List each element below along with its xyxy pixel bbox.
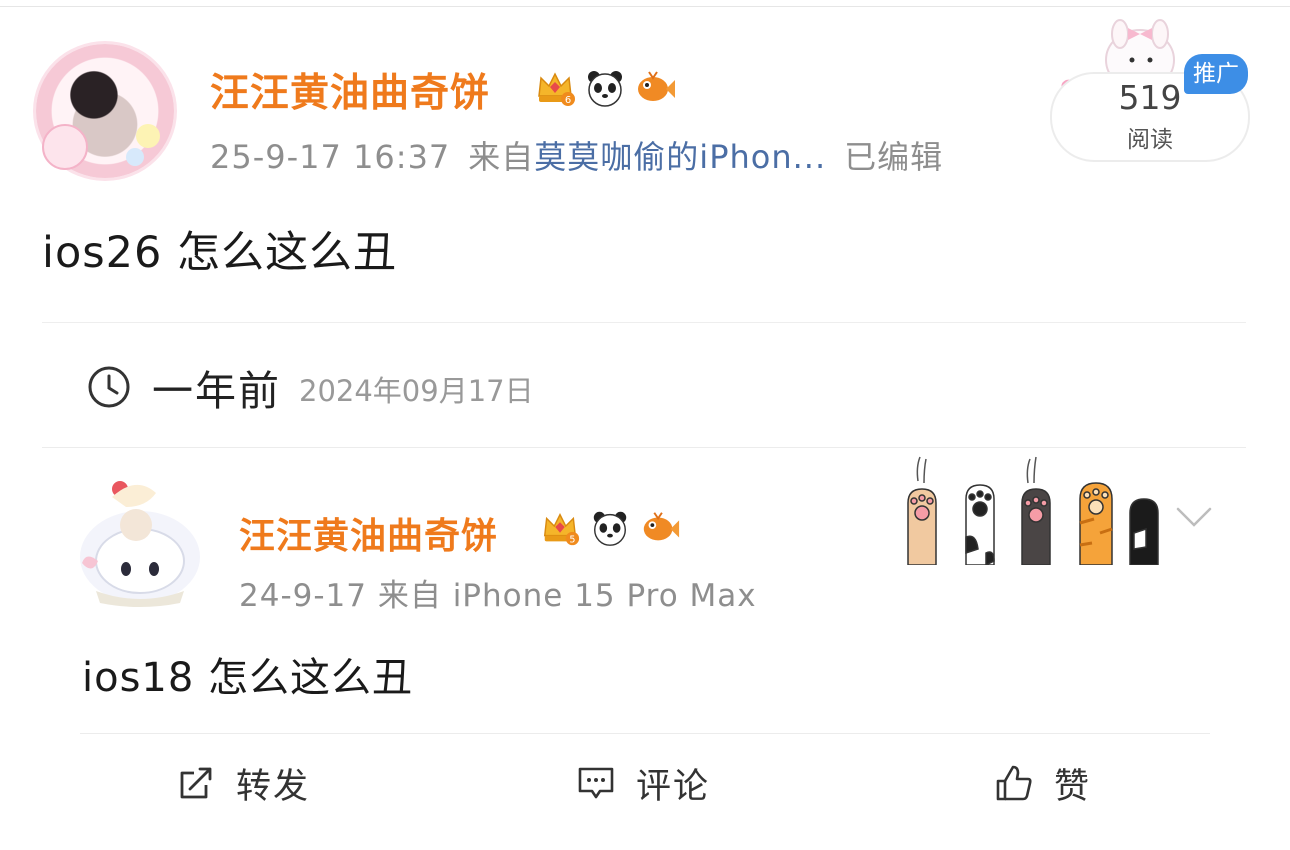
comment-label: 评论	[636, 766, 711, 807]
post-time: 25-9-17 16:37	[210, 138, 451, 176]
crown-badge-icon[interactable]: 6	[533, 66, 577, 110]
quoted-text: ios18 怎么这么丑	[82, 655, 414, 701]
fish-icon[interactable]	[633, 66, 677, 110]
quoted-meta: 24-9-17 来自 iPhone 15 Pro Max	[239, 578, 757, 614]
like-button[interactable]: 赞	[994, 753, 1091, 813]
source-prefix: 来自	[468, 138, 535, 176]
top-divider	[0, 6, 1290, 7]
crown-level-number: 6	[565, 95, 571, 106]
quoted-user-badges: 5	[538, 506, 682, 550]
panda-icon[interactable]	[583, 66, 627, 110]
read-label: 阅读	[1127, 127, 1173, 153]
absolute-date: 2024年09月17日	[299, 374, 534, 408]
clock-icon	[88, 366, 130, 408]
cat-paws-sticker	[907, 456, 1159, 565]
post-meta: 25-9-17 16:37 来自莫莫咖偷的iPhon... 已编辑	[210, 132, 943, 178]
action-bar: 转发 评论 赞	[42, 753, 1246, 813]
fish-icon[interactable]	[638, 506, 682, 550]
panda-icon[interactable]	[588, 506, 632, 550]
crown-level-number: 5	[569, 534, 575, 545]
chevron-down-icon[interactable]	[1174, 505, 1214, 529]
username[interactable]: 汪汪黄油曲奇饼	[210, 62, 490, 118]
avatar-decoration	[42, 124, 88, 170]
avatar-decoration	[126, 148, 144, 166]
like-icon	[996, 765, 1032, 801]
repost-icon	[180, 767, 212, 799]
avatar[interactable]	[76, 471, 204, 607]
user-badges: 6	[533, 66, 677, 110]
divider	[80, 733, 1210, 734]
avatar[interactable]	[36, 44, 174, 178]
memory-card[interactable]: 一年前 2024年09月17日 汪汪黄油曲奇饼 24-9-17 来自 iPhon…	[42, 322, 1246, 828]
read-count-widget[interactable]: 519 阅读 推广	[1010, 14, 1260, 162]
avatar-decoration	[136, 124, 160, 148]
edited-label[interactable]: 已编辑	[844, 138, 943, 176]
promote-badge[interactable]: 推广	[1184, 54, 1248, 94]
memory-time-row: 一年前 2024年09月17日	[86, 361, 534, 415]
comment-icon	[578, 767, 614, 799]
divider	[42, 447, 1246, 448]
like-label: 赞	[1054, 766, 1092, 807]
quoted-username[interactable]: 汪汪黄油曲奇饼	[239, 507, 498, 559]
repost-button[interactable]: 转发	[176, 753, 310, 813]
source-link[interactable]: 莫莫咖偷的iPhon...	[534, 138, 826, 176]
relative-time: 一年前	[152, 367, 281, 415]
comment-button[interactable]: 评论	[576, 753, 710, 813]
post-text: ios26 怎么这么丑	[42, 228, 398, 278]
crown-badge-icon[interactable]: 5	[538, 506, 582, 550]
repost-label: 转发	[236, 766, 311, 807]
